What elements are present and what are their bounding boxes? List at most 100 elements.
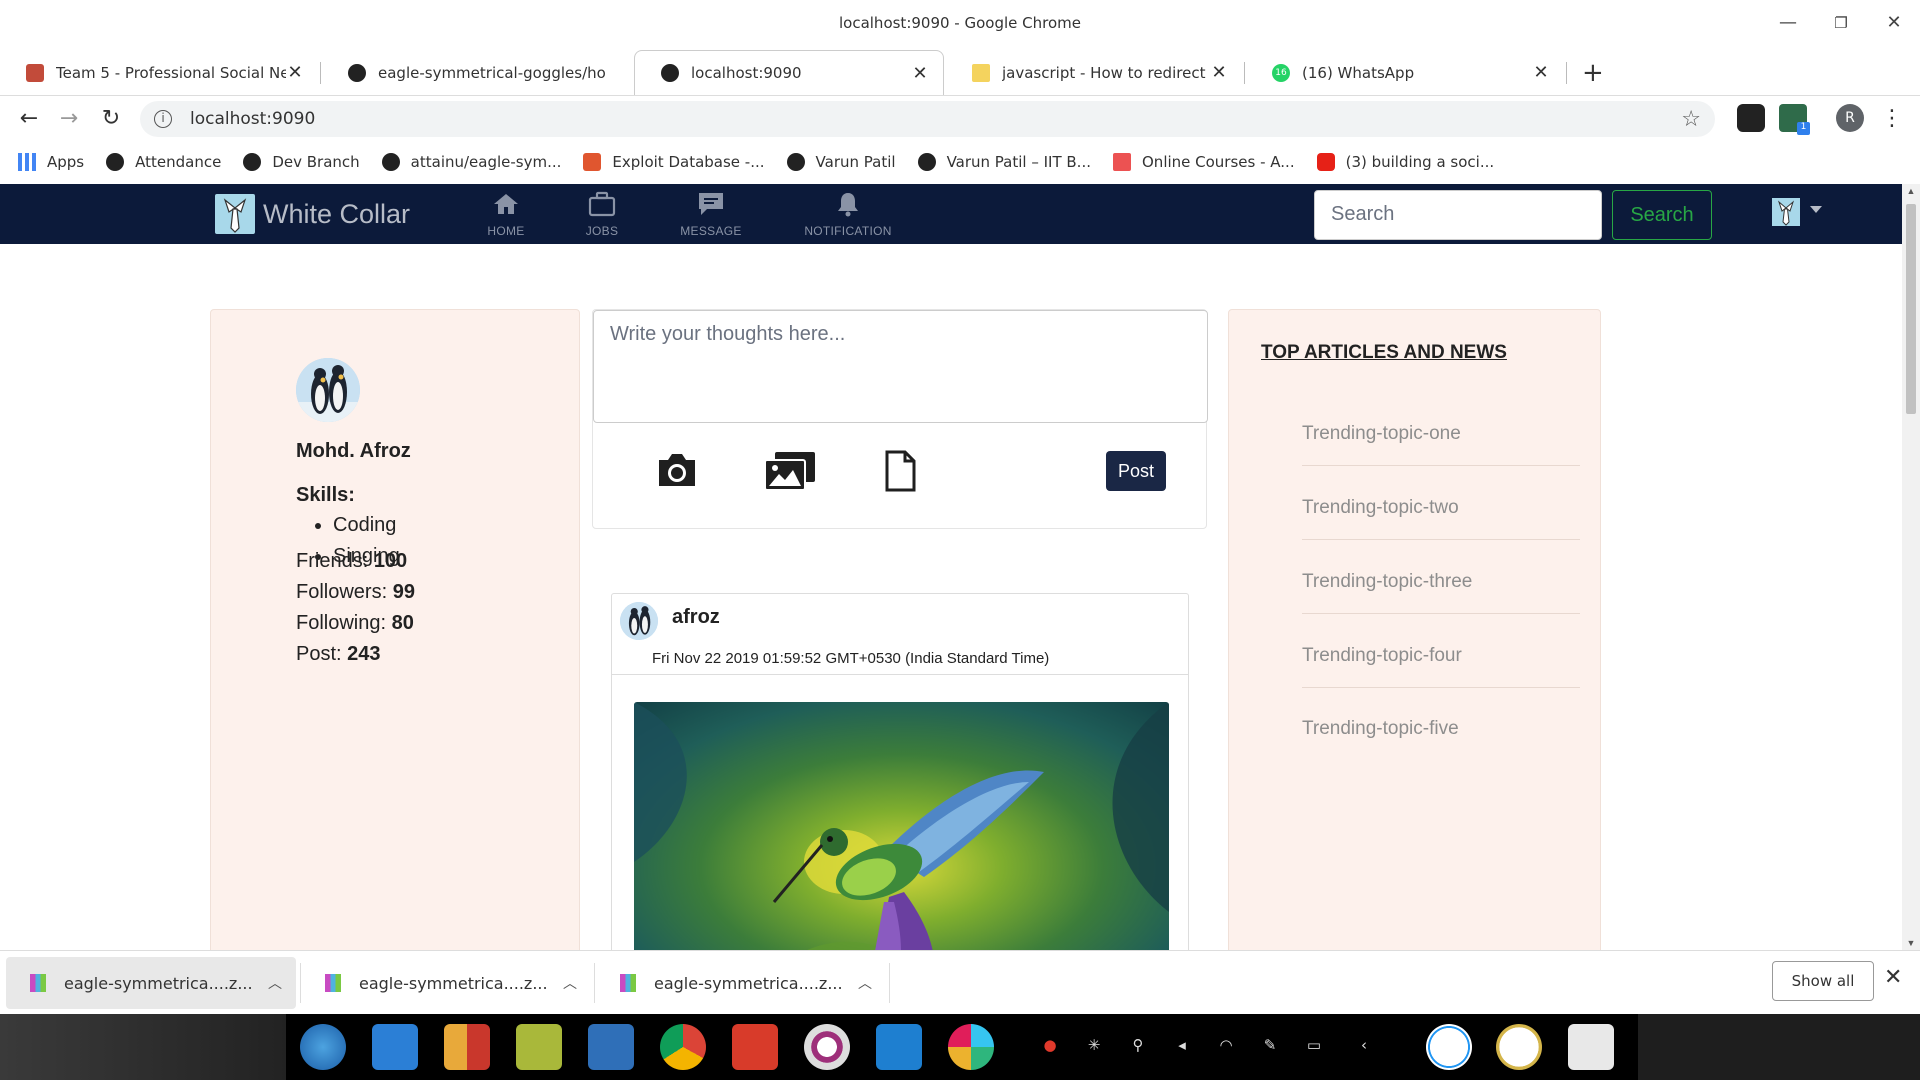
apps-grid-icon (18, 153, 36, 171)
scroll-up-icon[interactable]: ▲ (1902, 186, 1920, 196)
screen: localhost:9090 - Google Chrome — ❐ ✕ Tea… (0, 0, 1920, 1080)
nav-jobs[interactable]: JOBS (542, 188, 662, 238)
hummingbird-image (634, 702, 1169, 950)
download-item[interactable]: eagle-symmetrica....z... ︿ (6, 957, 296, 1009)
tab-localhost[interactable]: localhost:9090 ✕ (634, 50, 944, 95)
trash-icon[interactable] (1568, 1024, 1614, 1070)
slack-icon[interactable] (948, 1024, 994, 1070)
usb-icon[interactable]: ⚲ (1127, 1036, 1149, 1058)
news-item[interactable]: Trending-topic-two (1302, 497, 1580, 540)
power-icon[interactable] (1426, 1024, 1472, 1070)
post-author-avatar[interactable] (620, 602, 658, 640)
bookmark-varun-patil[interactable]: Varun Patil (786, 153, 896, 171)
nav-notification[interactable]: NOTIFICATION (788, 188, 908, 238)
reload-icon[interactable]: ↻ (96, 104, 126, 134)
news-item[interactable]: Trending-topic-four (1302, 645, 1580, 688)
back-icon[interactable]: ← (14, 104, 44, 134)
news-item[interactable]: Trending-topic-five (1302, 718, 1580, 760)
camera-icon[interactable] (655, 450, 699, 495)
new-tab-icon[interactable]: + (1582, 58, 1604, 88)
launcher-icon[interactable] (300, 1024, 346, 1070)
download-item[interactable]: eagle-symmetrica....z... ︿ (596, 957, 886, 1009)
stackoverflow-favicon-icon (972, 63, 990, 82)
profile-avatar[interactable]: R (1836, 104, 1864, 132)
bookmark-attainu[interactable]: attainu/eagle-sym... (381, 153, 561, 171)
app-store-icon[interactable] (444, 1024, 490, 1070)
settings-icon[interactable] (804, 1024, 850, 1070)
chrome-icon[interactable] (660, 1024, 706, 1070)
bookmark-attendance[interactable]: Attendance (106, 153, 221, 171)
battery-icon[interactable]: ▭ (1303, 1036, 1325, 1058)
show-all-button[interactable]: Show all (1772, 961, 1874, 1001)
search-input[interactable]: Search (1314, 190, 1602, 240)
thoughts-textarea[interactable] (593, 310, 1208, 423)
bookmark-youtube[interactable]: (3) building a soci... (1316, 153, 1494, 171)
vscode-icon[interactable] (876, 1024, 922, 1070)
music-player-icon[interactable] (516, 1024, 562, 1070)
screen-record-icon[interactable]: ● (1039, 1036, 1061, 1058)
extension-icon[interactable] (1737, 104, 1765, 132)
page-scrollbar[interactable]: ▲ ▼ (1902, 184, 1920, 950)
download-item[interactable]: eagle-symmetrica....z... ︿ (301, 957, 591, 1009)
bookmark-label: Varun Patil (815, 153, 896, 171)
slack-tray-icon[interactable]: ✳ (1083, 1036, 1105, 1058)
news-item[interactable]: Trending-topic-three (1302, 571, 1580, 614)
video-player-icon[interactable] (588, 1024, 634, 1070)
close-tab-icon[interactable]: ✕ (911, 63, 929, 84)
tab-github[interactable]: eagle-symmetrical-goggles/ho (322, 50, 632, 95)
chevron-up-icon[interactable]: ︿ (268, 973, 282, 993)
gallery-icon[interactable] (763, 450, 817, 497)
terminal-icon[interactable] (732, 1024, 778, 1070)
tab-stackoverflow[interactable]: javascript - How to redirect to a ✕ (946, 50, 1242, 95)
close-window-icon[interactable]: ✕ (1879, 12, 1909, 38)
extension-badge-count: 1 (1797, 122, 1810, 135)
skill-item: Coding (333, 514, 400, 545)
skills-heading: Skills: (296, 484, 355, 506)
chevron-left-icon[interactable]: ‹ (1353, 1036, 1375, 1058)
chevron-up-icon[interactable]: ︿ (858, 973, 872, 993)
udemy-icon (1113, 153, 1131, 171)
file-manager-icon[interactable] (372, 1024, 418, 1070)
profile-name: Mohd. Afroz (296, 440, 411, 462)
brand[interactable]: White Collar (215, 194, 410, 234)
close-tab-icon[interactable]: ✕ (1210, 62, 1228, 83)
stat-posts: Post: 243 (296, 643, 381, 665)
extension-badge-icon[interactable]: 1 (1779, 104, 1810, 135)
chevron-up-icon[interactable]: ︿ (563, 973, 577, 993)
address-bar[interactable]: i localhost:9090 ☆ (140, 101, 1715, 137)
dropdown-caret-icon[interactable] (1810, 206, 1822, 213)
bookmark-dev-branch[interactable]: Dev Branch (243, 153, 360, 171)
nav-label: MESSAGE (680, 224, 742, 238)
close-downloads-icon[interactable]: ✕ (1884, 965, 1902, 990)
tab-whatsapp[interactable]: 16 (16) WhatsApp ✕ (1246, 50, 1564, 95)
wifi-icon[interactable]: ◠ (1215, 1036, 1237, 1058)
scrollbar-thumb[interactable] (1906, 204, 1916, 414)
close-tab-icon[interactable]: ✕ (286, 62, 304, 83)
info-icon[interactable]: i (154, 110, 172, 128)
news-item[interactable]: Trending-topic-one (1302, 423, 1580, 466)
document-icon[interactable] (883, 450, 917, 497)
bookmark-star-icon[interactable]: ☆ (1681, 107, 1701, 132)
restore-icon[interactable]: ❐ (1826, 14, 1856, 40)
minimize-icon[interactable]: — (1773, 12, 1803, 38)
pen-icon[interactable]: ✎ (1259, 1036, 1281, 1058)
tab-team5[interactable]: Team 5 - Professional Social Ne ✕ (0, 50, 318, 95)
post-author[interactable]: afroz (672, 606, 720, 629)
bookmark-online-courses[interactable]: Online Courses - A... (1113, 153, 1295, 171)
post-button[interactable]: Post (1106, 451, 1166, 491)
menu-icon[interactable]: ⋮ (1877, 104, 1907, 134)
bookmark-exploit-db[interactable]: Exploit Database -... (583, 153, 765, 171)
user-avatar-icon[interactable] (1772, 198, 1800, 226)
clock-icon[interactable] (1496, 1024, 1542, 1070)
post-composer: Post (592, 309, 1208, 529)
tab-label: javascript - How to redirect to a (1002, 63, 1210, 82)
search-button[interactable]: Search (1612, 190, 1712, 240)
close-tab-icon[interactable]: ✕ (1532, 62, 1550, 83)
bookmark-varun-patil-iitb[interactable]: Varun Patil – IIT B... (917, 153, 1091, 171)
nav-message[interactable]: MESSAGE (651, 188, 771, 238)
volume-icon[interactable]: ◂ (1171, 1036, 1193, 1058)
scroll-down-icon[interactable]: ▼ (1902, 938, 1920, 948)
forward-icon[interactable]: → (54, 104, 84, 134)
profile-panel: Mohd. Afroz Skills: Coding Singing Frien… (210, 309, 580, 950)
bookmark-apps[interactable]: Apps (18, 153, 84, 171)
